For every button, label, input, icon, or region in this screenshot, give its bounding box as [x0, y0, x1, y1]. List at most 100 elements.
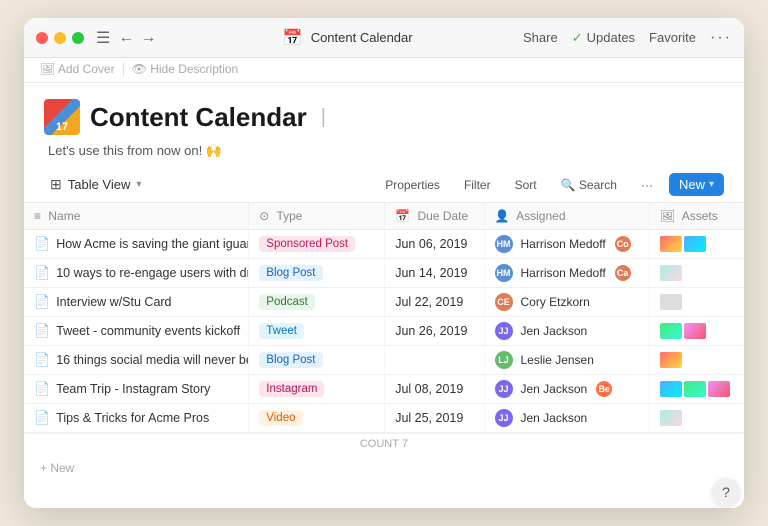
- cursor-icon: |: [321, 106, 326, 129]
- avatar: HM: [495, 264, 513, 282]
- cell-name: 📄Interview w/Stu Card: [24, 288, 249, 317]
- asset-thumbnail: [684, 323, 706, 339]
- chevron-icon: ▾: [709, 179, 714, 190]
- cell-assets: [649, 259, 744, 288]
- more-options-icon[interactable]: ···: [710, 29, 732, 47]
- sort-button[interactable]: Sort: [507, 175, 545, 195]
- assigned-col-icon: 👤: [495, 209, 510, 223]
- doc-icon: 📄: [34, 352, 50, 368]
- share-button[interactable]: Share: [523, 30, 558, 45]
- favorite-button[interactable]: Favorite: [649, 30, 696, 45]
- filter-button[interactable]: Filter: [456, 175, 499, 195]
- nav-arrows: ← →: [118, 29, 156, 47]
- col-header-type: ⊙ Type: [249, 203, 385, 230]
- updates-button[interactable]: ✓ Updates: [572, 30, 635, 46]
- col-header-name: ≡ Name: [24, 203, 249, 230]
- add-new-row-area[interactable]: + New: [24, 454, 744, 481]
- type-badge: Video: [259, 410, 302, 426]
- row-name: 16 things social media will never be e: [56, 353, 249, 367]
- cell-due: Jun 26, 2019: [385, 317, 484, 346]
- table-icon: ⊞: [50, 176, 62, 193]
- table-row[interactable]: 📄Tweet - community events kickoff Tweet Ju…: [24, 317, 744, 346]
- table-row[interactable]: 📄 16 things social media will never be e B…: [24, 346, 744, 375]
- doc-icon: 📄: [34, 236, 50, 252]
- chevron-down-icon: ▾: [136, 179, 141, 190]
- properties-button[interactable]: Properties: [377, 175, 448, 195]
- type-col-icon: ⊙: [259, 209, 269, 223]
- table-row[interactable]: 📄How Acme is saving the giant iguanaSpon…: [24, 230, 744, 259]
- assigned-name: Cory Etzkorn: [521, 295, 590, 309]
- type-badge: Tweet: [259, 323, 304, 339]
- avatar: HM: [495, 235, 513, 253]
- help-button[interactable]: ?: [712, 478, 740, 506]
- avatar-secondary: Be: [595, 380, 613, 398]
- toolbar-separator: [123, 62, 124, 76]
- table-header-row: ≡ Name ⊙ Type 📅 Due Date 👤 Assigned: [24, 203, 744, 230]
- doc-icon: 📄: [34, 265, 50, 281]
- col-header-assets: 🖼 Assets: [649, 203, 744, 230]
- close-button[interactable]: [36, 32, 48, 44]
- cell-type: Blog Post: [249, 346, 385, 375]
- page-title-icon: 17: [44, 99, 80, 135]
- row-name: Tips & Tricks for Acme Pros: [56, 411, 209, 425]
- table-body: 📄How Acme is saving the giant iguanaSpon…: [24, 230, 744, 433]
- cell-assets: [649, 288, 744, 317]
- add-cover-button[interactable]: 🖼 Add Cover: [40, 62, 115, 76]
- page-header: 17 Content Calendar | Let's use this fro…: [24, 83, 744, 167]
- table-row[interactable]: 📄Tips & Tricks for Acme ProsVideoJul 25,…: [24, 404, 744, 433]
- type-badge: Podcast: [259, 294, 315, 310]
- page-title[interactable]: Content Calendar: [90, 102, 307, 133]
- view-selector[interactable]: ⊞ Table View ▾: [44, 173, 147, 196]
- cell-due: [385, 346, 484, 375]
- cell-assets: [649, 375, 744, 404]
- cell-due: Jun 06, 2019: [385, 230, 484, 259]
- new-button[interactable]: New ▾: [669, 173, 724, 196]
- page-description: Let's use this from now on! 🙌: [48, 143, 724, 159]
- row-name: 10 ways to re-engage users with drip: [56, 266, 249, 280]
- due-col-icon: 📅: [395, 209, 410, 223]
- maximize-button[interactable]: [72, 32, 84, 44]
- page-title-row: 17 Content Calendar |: [44, 99, 724, 135]
- cell-assigned: JJJen JacksonBe: [484, 375, 649, 404]
- window-title: Content Calendar: [311, 30, 413, 45]
- col-header-due: 📅 Due Date: [385, 203, 484, 230]
- cell-name: 📄 10 ways to re-engage users with drip: [24, 259, 249, 288]
- asset-thumbnail: [660, 410, 682, 426]
- table-count: COUNT 7: [24, 433, 744, 454]
- cell-assigned: HMHarrison MedoffCa: [484, 259, 649, 288]
- main-window: ☰ ← → 📅 Content Calendar Share ✓ Updates…: [24, 18, 744, 508]
- cell-type: Video: [249, 404, 385, 433]
- cell-type: Podcast: [249, 288, 385, 317]
- search-button[interactable]: 🔍 Search: [553, 175, 625, 195]
- forward-icon[interactable]: →: [140, 29, 156, 47]
- cell-assets: [649, 317, 744, 346]
- table-row[interactable]: 📄10 ways to re-engage users with dripBlo…: [24, 259, 744, 288]
- cell-assigned: HMHarrison MedoffCo: [484, 230, 649, 259]
- hamburger-icon[interactable]: ☰: [96, 28, 110, 48]
- back-icon[interactable]: ←: [118, 29, 134, 47]
- check-icon: ✓: [572, 30, 583, 46]
- minimize-button[interactable]: [54, 32, 66, 44]
- table-row[interactable]: 📄Interview w/Stu CardPodcastJul 22, 2019…: [24, 288, 744, 317]
- cell-assigned: LJLeslie Jensen: [484, 346, 649, 375]
- cell-type: Sponsored Post: [249, 230, 385, 259]
- row-name: Team Trip - Instagram Story: [56, 382, 210, 396]
- more-view-options-icon[interactable]: ···: [633, 175, 661, 195]
- hide-description-button[interactable]: 👁 Hide Description: [132, 62, 239, 76]
- asset-thumbnail: [684, 381, 706, 397]
- titlebar: ☰ ← → 📅 Content Calendar Share ✓ Updates…: [24, 18, 744, 58]
- assigned-name: Jen Jackson: [521, 411, 588, 425]
- row-name: Tweet - community events kickoff: [56, 324, 240, 338]
- cell-due: Jul 25, 2019: [385, 404, 484, 433]
- asset-thumbnail: [660, 265, 682, 281]
- page-toolbar: 🖼 Add Cover 👁 Hide Description: [24, 58, 744, 83]
- assigned-name: Jen Jackson: [521, 324, 588, 338]
- table-row[interactable]: 📄Team Trip - Instagram StoryInstagramJul…: [24, 375, 744, 404]
- col-header-assigned: 👤 Assigned: [484, 203, 649, 230]
- cell-name: 📄Tweet - community events kickoff: [24, 317, 249, 346]
- view-label: Table View: [68, 177, 131, 192]
- assigned-name: Harrison Medoff: [521, 237, 606, 251]
- cell-assets: [649, 404, 744, 433]
- type-badge: Blog Post: [259, 352, 322, 368]
- add-new-label[interactable]: + New: [40, 461, 74, 475]
